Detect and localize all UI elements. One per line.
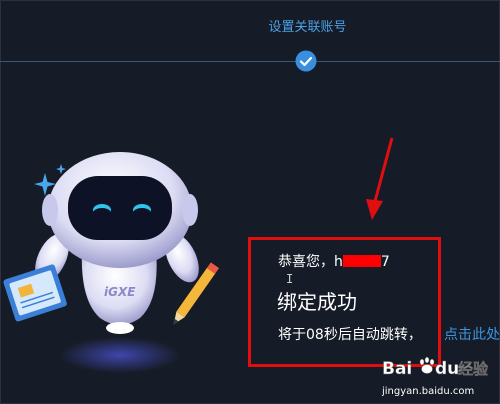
greeting-text: 恭喜您，h 7 [278,254,390,270]
step-title: 设置关联账号 [268,20,347,35]
click-here-link[interactable]: 点击此处 [444,324,500,344]
redacted-username [342,255,381,267]
svg-text:du: du [435,359,459,379]
redirect-countdown-text: 将于08秒后自动跳转， [278,327,422,343]
svg-text:Bai: Bai [382,359,412,379]
check-circle-icon [295,50,317,72]
baidu-jingyan-watermark: Bai du 经验 jingyan.baidu.com [381,356,489,397]
svg-text:jingyan.baidu.com: jingyan.baidu.com [381,386,474,397]
robot-mascot-illustration: iGXE [3,152,220,373]
bind-success-title: 绑定成功 [277,290,357,314]
text-cursor-icon: I [286,272,294,286]
svg-text:经验: 经验 [458,360,489,378]
annotation-arrow [366,137,394,220]
progress-line [0,61,500,62]
mascot-badge-text: iGXE [104,285,136,299]
